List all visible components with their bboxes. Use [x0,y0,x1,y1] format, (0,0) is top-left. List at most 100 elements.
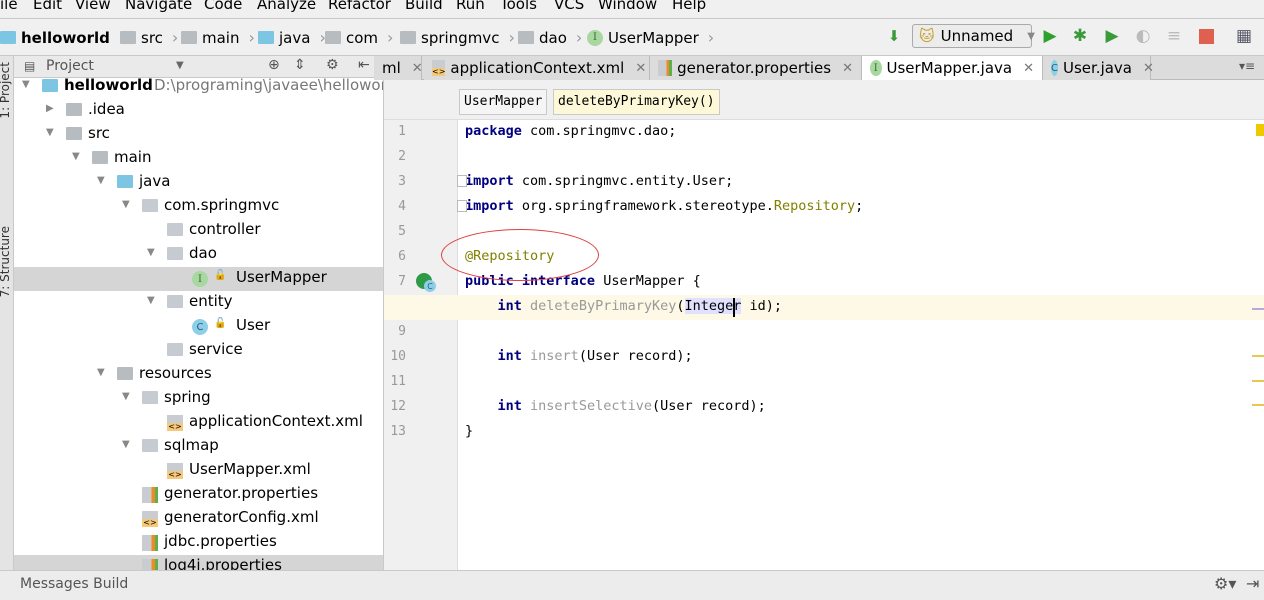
menu-build[interactable]: Build [405,0,443,13]
collapse-icon[interactable]: ⇕ [294,57,306,73]
tab-generator-properties[interactable]: generator.properties ✕ [650,56,862,80]
structure-tool-button[interactable]: 7: Structure [0,226,12,297]
debug-icon[interactable]: ✱ [1070,26,1090,46]
expanded-arrow-icon[interactable]: ▼ [22,79,30,90]
tree-item[interactable]: log4j.properties [14,555,383,570]
tree-item[interactable]: ▼ dao [14,243,383,267]
hide-panel-icon[interactable]: ⇥ [1246,574,1259,593]
fold-marker-icon[interactable] [457,175,467,187]
build-icon[interactable]: ⬇ [884,26,904,46]
menu-window[interactable]: Window [598,0,657,13]
tree-item[interactable]: jdbc.properties [14,531,383,555]
messages-build-tab[interactable]: Messages Build [20,576,128,592]
menu-analyze[interactable]: Analyze [257,0,316,13]
tab-usermapper-java[interactable]: I UserMapper.java ✕ [862,56,1043,80]
code-line[interactable]: } [465,423,473,439]
close-icon[interactable]: ✕ [1143,61,1154,76]
menu-refactor[interactable]: Refactor [328,0,391,13]
menu-edit[interactable]: Edit [33,0,62,13]
hide-icon[interactable]: ⇤ [358,57,370,73]
fold-marker-icon[interactable] [457,200,467,212]
expanded-arrow-icon[interactable]: ▼ [122,391,130,402]
menu-navigate[interactable]: Navigate [125,0,192,13]
coverage-icon[interactable]: ▶ [1102,26,1122,46]
tab-list-icon[interactable]: ▾≡ [1239,59,1255,73]
tab-user-java[interactable]: C User.java ✕ [1043,56,1154,80]
tree-item[interactable]: ▼ main [14,147,383,171]
error-stripe-mark[interactable] [1252,380,1264,382]
tree-item[interactable]: controller [14,219,383,243]
tree-item[interactable]: service [14,339,383,363]
tree-item[interactable]: I 🔓 UserMapper [14,267,383,291]
menu-help[interactable]: Help [672,0,706,13]
close-icon[interactable]: ✕ [635,61,646,76]
breadcrumb-item[interactable]: dao › [518,28,582,47]
tree-item[interactable]: ▼ helloworld D:\programing\javaee\hellowor… [14,78,383,99]
menu-view[interactable]: View [75,0,111,13]
expanded-arrow-icon[interactable]: ▼ [97,367,105,378]
code-line[interactable]: package com.springmvc.dao; [465,123,676,139]
breadcrumb-item[interactable]: java › [258,28,326,47]
breadcrumb-item[interactable]: com › [325,28,393,47]
project-panel-title[interactable]: Project [46,58,94,74]
tree-item[interactable]: ▼ sqlmap [14,435,383,459]
editor-crumb-class[interactable]: UserMapper [459,89,548,115]
tab-applicationcontext-xml[interactable]: <> applicationContext.xml ✕ [424,56,650,80]
run-config-select[interactable]: 🐱 Unnamed ▼ [912,24,1035,48]
run-icon[interactable]: ▶ [1040,26,1060,46]
code-line[interactable]: int insertSelective(User record); [465,398,766,414]
stop-icon[interactable] [1196,26,1216,46]
expanded-arrow-icon[interactable]: ▼ [122,199,130,210]
editor-crumb-method[interactable]: deleteByPrimaryKey() [553,89,720,115]
locate-icon[interactable]: ⊕ [268,57,280,73]
project-tool-button[interactable]: 1: Project [0,62,12,119]
tree-item[interactable]: ▼ resources [14,363,383,387]
code-lines[interactable]: package com.springmvc.dao; import com.spr… [457,120,1264,570]
project-structure-icon[interactable]: ▦ [1234,26,1254,46]
tree-item[interactable]: <> UserMapper.xml [14,459,383,483]
tree-item[interactable]: ▼ java [14,171,383,195]
gear-icon[interactable]: ⚙ [326,57,339,73]
warning-marker[interactable] [1256,124,1264,136]
close-icon[interactable]: ✕ [1023,61,1034,76]
expanded-arrow-icon[interactable]: ▼ [97,175,105,186]
breadcrumb-item[interactable]: main › [181,28,255,47]
code-line[interactable]: import com.springmvc.entity.User; [457,173,733,189]
error-stripe-mark[interactable] [1252,404,1264,406]
breadcrumb-item[interactable]: src › [120,28,178,47]
error-stripe-mark[interactable] [1252,308,1264,310]
chevron-down-icon[interactable]: ▼ [176,60,184,71]
tree-item[interactable]: generator.properties [14,483,383,507]
tree-item[interactable]: <> generatorConfig.xml [14,507,383,531]
expanded-arrow-icon[interactable]: ▼ [72,151,80,162]
menu-vcs[interactable]: VCS [554,0,584,13]
tree-item[interactable]: C 🔓 User [14,315,383,339]
menu-run[interactable]: Run [456,0,485,13]
tree-item[interactable]: ▼ entity [14,291,383,315]
code-line[interactable]: int insert(User record); [465,348,693,364]
tree-item[interactable]: ▶ .idea [14,99,383,123]
gear-icon[interactable]: ⚙▾ [1214,574,1236,593]
profile-icon[interactable]: ◐ [1133,26,1153,46]
expanded-arrow-icon[interactable]: ▼ [122,439,130,450]
close-icon[interactable]: ✕ [842,61,853,76]
expanded-arrow-icon[interactable]: ▼ [147,295,155,306]
tree-item[interactable]: ▼ src [14,123,383,147]
expanded-arrow-icon[interactable]: ▼ [46,127,54,138]
tab-ml[interactable]: ml ✕ [374,56,423,80]
breadcrumb-item[interactable]: I UserMapper › [587,28,714,47]
close-icon[interactable]: ✕ [412,61,423,76]
tree-item[interactable]: ▼ com.springmvc [14,195,383,219]
tree-item[interactable]: <> applicationContext.xml [14,411,383,435]
expanded-arrow-icon[interactable]: ▼ [147,247,155,258]
error-stripe-mark[interactable] [1252,355,1264,357]
attach-icon[interactable]: ≡ [1164,26,1184,46]
collapsed-arrow-icon[interactable]: ▶ [46,103,54,114]
tree-item[interactable]: ▼ spring [14,387,383,411]
menu-code[interactable]: Code [204,0,242,13]
menu-ile[interactable]: ile [0,0,18,13]
breadcrumb-item[interactable]: springmvc › [400,28,515,47]
menu-tools[interactable]: Tools [500,0,537,13]
implementation-gutter-icon[interactable]: C [416,273,438,295]
code-line[interactable]: import org.springframework.stereotype.Re… [457,198,863,214]
